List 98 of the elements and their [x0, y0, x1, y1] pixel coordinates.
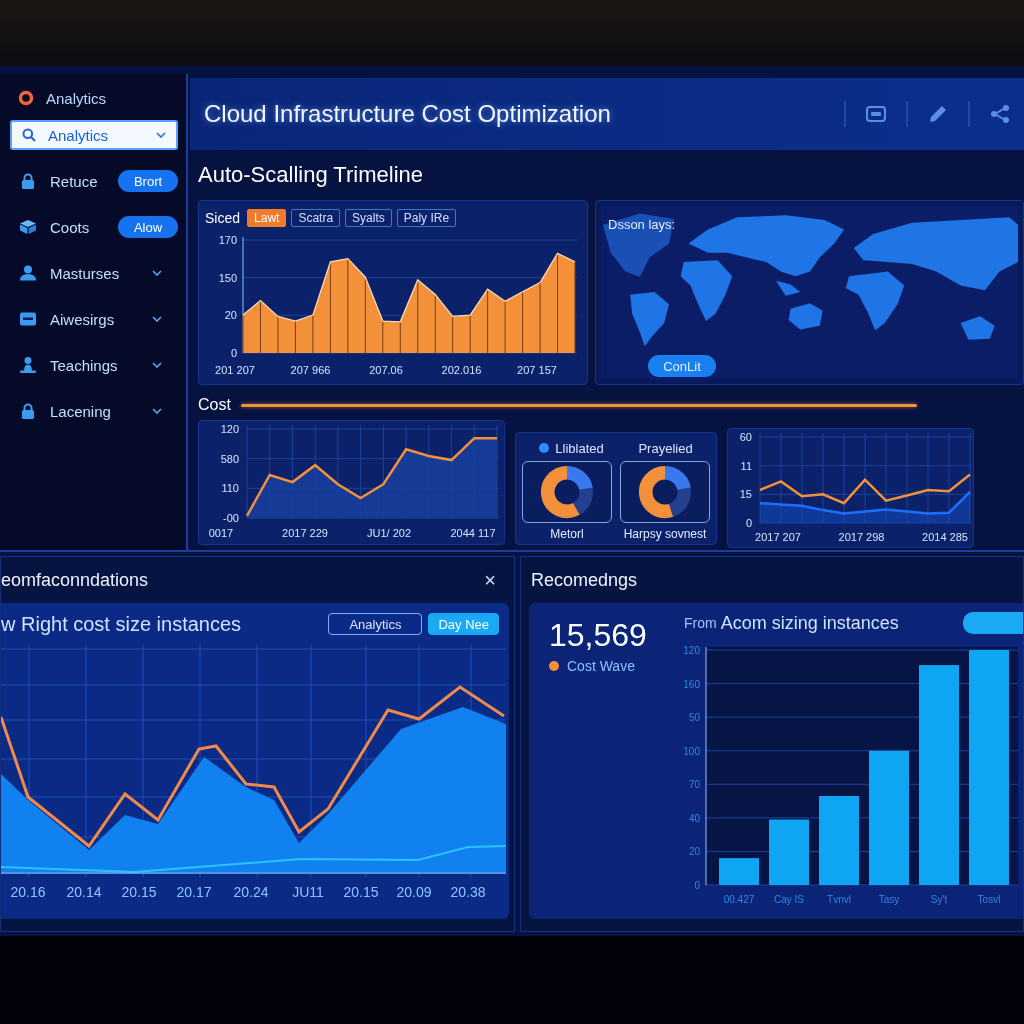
axis-tick-label: 110 [221, 482, 239, 495]
axis-tick-label: 120 [684, 645, 700, 656]
axis-tick-label: 0 [230, 347, 237, 359]
total-value: 15,569 [549, 617, 648, 654]
cost-label: Cost [198, 396, 231, 414]
axis-tick-label: 0 [694, 880, 700, 891]
ring-icon [18, 90, 34, 106]
series-tab[interactable]: Paly IRe [396, 209, 457, 227]
map-label: Dsson lays: [608, 217, 676, 232]
axis-tick-label: 20 [688, 846, 700, 858]
axis-tick-label: 160 [684, 678, 700, 690]
axis-tick-label: 2017 298 [838, 531, 885, 543]
chevron-down-icon[interactable] [152, 316, 162, 322]
pencil-icon[interactable] [928, 104, 948, 124]
axis-tick-label: 20 [224, 309, 237, 322]
axis-tick-label: 202.016 [441, 364, 482, 376]
filter-button[interactable]: Analytics [328, 613, 423, 635]
axis-tick-label: Tosvl [977, 894, 1001, 905]
close-button[interactable]: × [480, 568, 500, 592]
axis-tick-label: 580 [220, 452, 239, 465]
axis-tick-label: 00.427 [723, 894, 755, 905]
axis-tick-label: Tvnvl [827, 894, 851, 905]
sidebar-item[interactable]: Coots [50, 218, 104, 236]
chevron-down-icon[interactable] [152, 408, 162, 414]
status-dot-icon [549, 661, 559, 671]
axis-tick-label: 207 966 [290, 364, 331, 376]
share-icon[interactable] [990, 104, 1010, 124]
chart-title: w Right cost size instances [1, 612, 243, 636]
axis-tick-label: 150 [218, 271, 237, 284]
series-tab[interactable]: Syalts [345, 209, 392, 227]
axis-tick-label: 40 [688, 812, 700, 824]
lock-icon [20, 173, 36, 189]
axis-tick-label: 20.15 [121, 884, 157, 900]
axis-tick-label: 0017 [208, 527, 234, 539]
axis-tick-label: Sy't [930, 894, 948, 905]
card-icon [20, 311, 36, 327]
section-heading: Auto-Scalling Trimeline [198, 161, 424, 189]
axis-tick-label: 120 [220, 423, 239, 435]
axis-tick-label: 15 [739, 488, 752, 501]
axis-tick-label: 20.09 [396, 884, 432, 900]
axis-tick-label: JU11 [292, 884, 324, 900]
axis-tick-label: 2044 117 [450, 527, 496, 539]
panel-title: eomfaconndations [1, 569, 150, 591]
axis-tick-label: -00 [223, 512, 239, 524]
axis-tick-label: 20.17 [176, 884, 212, 900]
window-icon[interactable] [866, 104, 886, 124]
axis-tick-label: 170 [218, 234, 237, 246]
total-label: Cost Wave [567, 658, 635, 674]
chevron-down-icon[interactable] [152, 362, 162, 368]
axis-tick-label: 20.24 [233, 884, 269, 900]
search-dropdown[interactable]: Analytics [10, 120, 178, 150]
action-button[interactable]: Brort [118, 170, 178, 192]
axis-tick-label: 0 [745, 517, 752, 529]
person-icon [20, 265, 36, 281]
pill-button[interactable] [963, 612, 1023, 634]
axis-tick-label: 207 157 [517, 364, 557, 376]
axis-tick-label: 20.14 [66, 884, 102, 900]
sidebar-title: Analytics [46, 89, 107, 107]
axis-tick-label: 201 207 [215, 364, 255, 376]
bar [769, 819, 809, 885]
legend-label: Prayelied [638, 440, 693, 456]
axis-tick-label: 20.15 [343, 884, 379, 900]
legend-label: Lliblated [555, 440, 604, 456]
chevron-down-icon [156, 132, 166, 138]
axis-tick-label: 20.38 [450, 884, 486, 900]
axis-tick-label: 2017 229 [282, 527, 328, 539]
axis-tick-label: 60 [739, 431, 752, 443]
sidebar-item[interactable]: Masturses [50, 264, 138, 282]
axis-tick-label: JU1/ 202 [367, 527, 411, 539]
axis-tick-label: 2017 207 [755, 531, 801, 543]
axis-tick-label: Cay IS [774, 894, 804, 905]
action-button[interactable]: Alow [118, 216, 178, 238]
axis-tick-label: 2014 285 [922, 531, 968, 543]
axis-tick-label: 20.16 [10, 884, 46, 900]
chart-title: Acom sizing instances [720, 612, 899, 634]
person-icon [20, 357, 36, 373]
legend-label: Siced [205, 210, 241, 226]
box-icon [20, 219, 36, 235]
axis-tick-label: 50 [688, 712, 700, 724]
axis-tick-label: Tasy [878, 894, 900, 905]
lock-icon [20, 403, 36, 419]
sidebar-item[interactable]: Teachings [50, 356, 138, 374]
series-tab[interactable]: Scatra [291, 209, 341, 227]
dashboard-title: Cloud Infrastructure Cost Optimization [204, 100, 612, 128]
axis-tick-label: 100 [684, 745, 700, 757]
axis-tick-label: 11 [740, 459, 752, 472]
chevron-down-icon[interactable] [152, 270, 162, 276]
chart-prefix: From [684, 615, 717, 631]
gauge-label: Harpsy sovnest [623, 527, 707, 541]
axis-tick-label: 207.06 [369, 364, 403, 376]
gauge-label: Metorl [550, 527, 584, 541]
bar [719, 858, 759, 885]
search-icon [22, 128, 36, 142]
sidebar-item[interactable]: Lacening [50, 402, 138, 420]
sidebar-item[interactable]: Retuce [50, 172, 104, 190]
sidebar-item[interactable]: Aiwesirgs [50, 310, 138, 328]
axis-tick-label: 70 [688, 779, 700, 791]
panel-title: Recomedngs [531, 569, 639, 591]
